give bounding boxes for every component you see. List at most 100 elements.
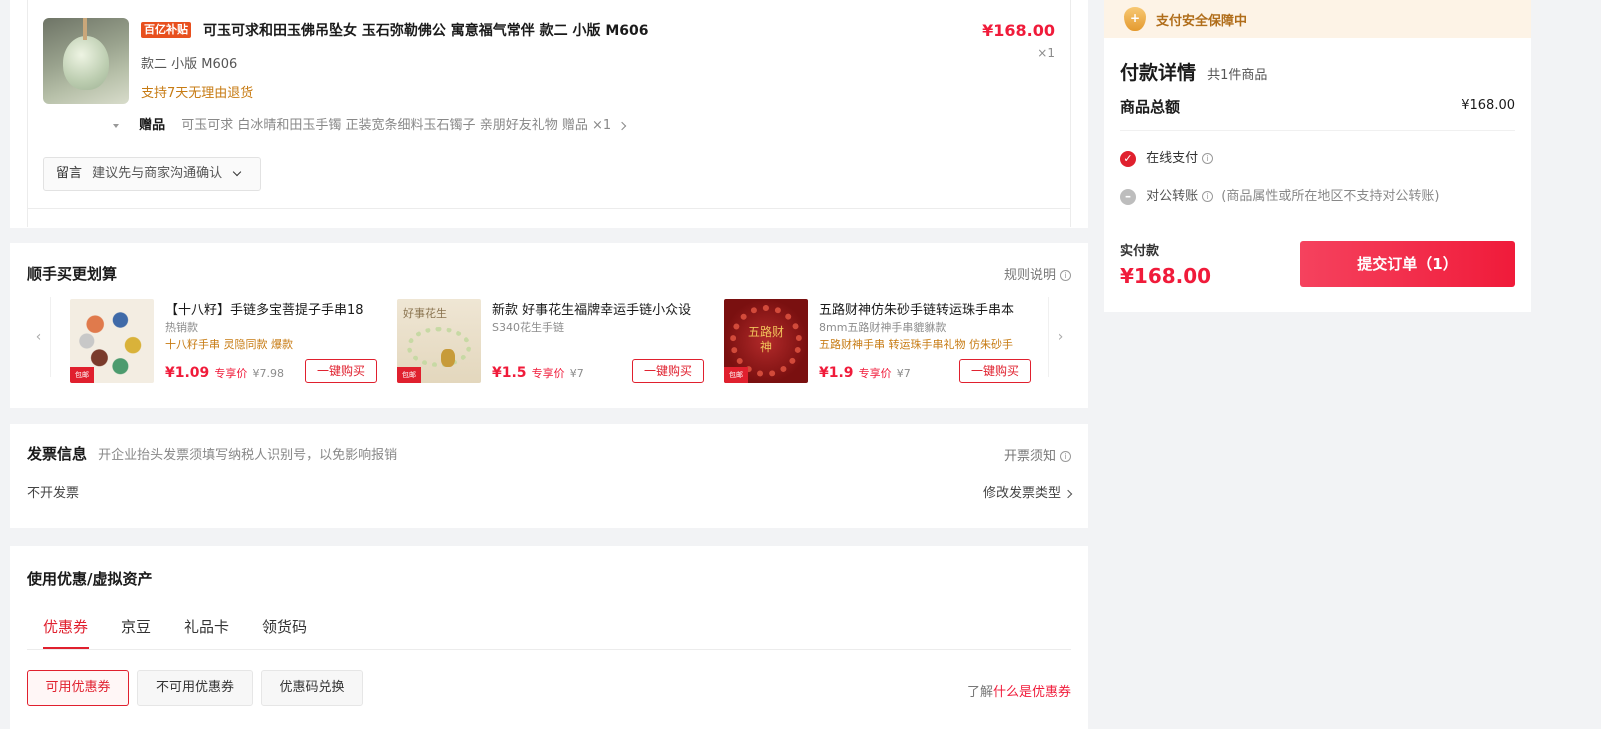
- invoice-notice-text: 开票须知: [1003, 449, 1056, 464]
- subsidy-badge: 百亿补贴: [141, 22, 191, 38]
- product-spec: 款二 小版 M606: [141, 57, 238, 72]
- product-image[interactable]: [43, 18, 129, 104]
- product-jade-shape: [63, 36, 109, 90]
- pay-label: 实付款: [1120, 244, 1160, 259]
- bundle-item-price-row: ¥1.9 专享价 ¥7: [819, 362, 911, 381]
- payment-header: 付款详情 共1件商品: [1120, 58, 1267, 85]
- tab-jingdou[interactable]: 京豆: [121, 616, 151, 637]
- product-price: ¥168.00: [982, 21, 1055, 40]
- bundle-item-tags: 五路财神手串 转运珠手串礼物 仿朱砂手: [819, 338, 1013, 351]
- bundle-item[interactable]: 好事花生 包邮 新款 好事花生福牌幸运手链小众设 S340花生手链 ¥1.5 专…: [397, 299, 707, 383]
- gift-row[interactable]: 赠品 可玉可求 白冰晴和田玉手镯 正装宽条细料玉石镯子 亲朋好友礼物 赠品 ×1: [113, 114, 627, 133]
- bundle-rules-text: 规则说明: [1003, 268, 1056, 283]
- bundle-card: 顺手买更划算 规则说明 i ‹ › 包邮 【十八籽】手链多宝菩提子手串18 热销款…: [10, 243, 1088, 408]
- coupon-learn-link[interactable]: 了解什么是优惠券: [967, 681, 1071, 700]
- coupons-title: 使用优惠/虚拟资产: [27, 570, 153, 588]
- bundle-item-price-row: ¥1.09 专享价 ¥7.98: [165, 362, 284, 381]
- return-policy: 支持7天无理由退货: [141, 86, 254, 101]
- gift-text: 可玉可求 白冰晴和田玉手镯 正装宽条细料玉石镯子 亲朋好友礼物 赠品 ×1: [181, 118, 612, 133]
- info-icon: i: [1202, 153, 1214, 164]
- invoice-value: 不开发票: [27, 486, 80, 501]
- product-cord-shape: [83, 18, 87, 40]
- bundle-item[interactable]: 包邮 【十八籽】手链多宝菩提子手串18 热销款 十八籽手串 灵隐同款 爆款 ¥1…: [70, 299, 380, 383]
- bundle-title: 顺手买更划算: [27, 265, 118, 283]
- pay-corporate-option: – 对公转账 i (商品属性或所在地区不支持对公转账): [1120, 185, 1439, 205]
- minus-circle-icon: –: [1120, 188, 1136, 205]
- order-item-card: 百亿补贴 可玉可求和田玉佛吊坠女 玉石弥勒佛公 寓意福气常伴 款二 小版 M60…: [10, 0, 1088, 228]
- bundle-item-original-price: ¥7.98: [252, 367, 284, 380]
- pay-corporate-note: (商品属性或所在地区不支持对公转账): [1221, 189, 1440, 204]
- pay-online-option[interactable]: ✓ 在线支付 i: [1120, 147, 1214, 167]
- bundle-item-subtitle: 8mm五路财神手串貔貅款: [819, 321, 947, 334]
- memo-dropdown[interactable]: 留言 建议先与商家沟通确认: [43, 157, 261, 191]
- product-title[interactable]: 可玉可求和田玉佛吊坠女 玉石弥勒佛公 寓意福气常伴 款二 小版 M606: [203, 20, 649, 40]
- bundle-item-image: 包邮: [70, 299, 154, 383]
- payment-count: 共1件商品: [1207, 68, 1268, 83]
- filter-available-coupons[interactable]: 可用优惠券: [27, 670, 129, 706]
- tab-gift-card[interactable]: 礼品卡: [184, 616, 229, 637]
- filter-code-redeem[interactable]: 优惠码兑换: [261, 670, 363, 706]
- submit-order-button[interactable]: 提交订单（1）: [1300, 241, 1515, 287]
- gift-chevron-icon: [618, 121, 627, 130]
- chevron-right-icon: [1063, 489, 1073, 498]
- bracelet-shape: [407, 327, 471, 367]
- bundle-item-image: 五路财神 包邮: [724, 299, 808, 383]
- security-banner-text: 支付安全保障中: [1156, 14, 1248, 29]
- bundle-item-price-label: 专享价: [858, 367, 892, 380]
- bundle-item-subtitle: 热销款: [165, 321, 198, 334]
- invoice-title: 发票信息: [27, 445, 88, 463]
- bundle-item-price-row: ¥1.5 专享价 ¥7: [492, 362, 584, 381]
- divider: [1120, 130, 1515, 131]
- bundle-item-price-label: 专享价: [531, 367, 565, 380]
- total-value: ¥168.00: [1461, 98, 1515, 113]
- check-circle-icon: ✓: [1120, 150, 1136, 167]
- invoice-header: 发票信息 开企业抬头发票须填写纳税人识别号，以免影响报销: [27, 443, 397, 464]
- security-banner: + 支付安全保障中: [1104, 0, 1531, 38]
- invoice-card: 发票信息 开企业抬头发票须填写纳税人识别号，以免影响报销 开票须知 i 不开发票 …: [10, 424, 1088, 528]
- info-icon: i: [1060, 270, 1071, 281]
- bundle-item-image-text: 好事花生: [403, 307, 447, 320]
- total-label: 商品总额: [1120, 98, 1181, 116]
- bundle-item-title: 【十八籽】手链多宝菩提子手串18: [165, 303, 364, 318]
- coupon-learn-prefix: 了解: [966, 685, 993, 700]
- bundle-item-tags: 十八籽手串 灵隐同款 爆款: [165, 338, 293, 351]
- tab-active-underline: [43, 647, 89, 649]
- info-icon: i: [1060, 451, 1071, 462]
- filter-unavailable-coupons[interactable]: 不可用优惠券: [137, 670, 253, 706]
- product-quantity: ×1: [1037, 46, 1055, 60]
- invoice-modify-link[interactable]: 修改发票类型: [982, 482, 1073, 501]
- bundle-item-price-label: 专享价: [214, 367, 248, 380]
- bundle-buy-button[interactable]: 一键购买: [959, 359, 1031, 383]
- invoice-notice-link[interactable]: 开票须知 i: [1004, 445, 1071, 464]
- pay-online-label: 在线支付: [1146, 151, 1199, 166]
- tab-coupons[interactable]: 优惠券: [43, 616, 88, 650]
- charm-shape: [441, 349, 455, 367]
- bundle-buy-button[interactable]: 一键购买: [305, 359, 377, 383]
- free-shipping-tag: 包邮: [724, 367, 748, 383]
- info-icon: i: [1202, 191, 1214, 202]
- invoice-hint: 开企业抬头发票须填写纳税人识别号，以免影响报销: [98, 448, 398, 463]
- bundle-rules-link[interactable]: 规则说明 i: [1004, 264, 1071, 283]
- bundle-item-price: ¥1.09: [165, 365, 210, 381]
- bundle-item-original-price: ¥7: [569, 367, 584, 380]
- divider: [27, 208, 1071, 209]
- gift-collapse-icon[interactable]: [113, 123, 119, 128]
- bundle-item-title: 新款 好事花生福牌幸运手链小众设: [492, 303, 692, 318]
- carousel-prev-button[interactable]: ‹: [27, 297, 51, 377]
- pay-corporate-label: 对公转账: [1146, 189, 1199, 204]
- pay-amount: ¥168.00: [1120, 264, 1212, 288]
- tab-redeem-code[interactable]: 领货码: [262, 616, 307, 637]
- bundle-item-original-price: ¥7: [896, 367, 911, 380]
- bundle-item[interactable]: 五路财神 包邮 五路财神仿朱砂手链转运珠手串本 8mm五路财神手串貔貅款 五路财…: [724, 299, 1034, 383]
- bundle-buy-button[interactable]: 一键购买: [632, 359, 704, 383]
- invoice-modify-text: 修改发票类型: [982, 486, 1061, 501]
- memo-label: 留言: [56, 166, 83, 181]
- bundle-item-title: 五路财神仿朱砂手链转运珠手串本: [819, 303, 1015, 318]
- coupon-learn-text: 什么是优惠券: [992, 685, 1071, 700]
- chevron-down-icon: [233, 167, 242, 177]
- free-shipping-tag: 包邮: [70, 367, 94, 383]
- carousel-next-button[interactable]: ›: [1048, 297, 1072, 377]
- memo-text: 建议先与商家沟通确认: [92, 166, 223, 181]
- bundle-item-price: ¥1.5: [492, 365, 527, 381]
- free-shipping-tag: 包邮: [397, 367, 421, 383]
